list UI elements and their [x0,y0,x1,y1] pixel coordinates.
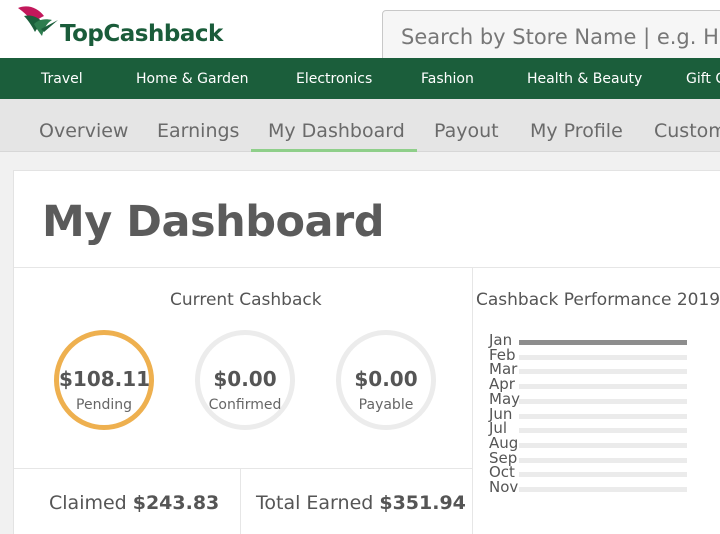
cashback-performance-chart: JanFebMarAprMayJunJulAugSepOctNovDec [476,322,720,511]
chart-bar-track [519,442,687,448]
active-tab-indicator [251,149,417,152]
nav-travel[interactable]: Travel [41,71,83,87]
chart-bar [519,340,687,345]
pending-cashback-circle: $108.11 Pending [54,330,154,430]
total-earned-label: Total Earned [256,492,374,514]
logo-text: TopCashback [60,21,223,47]
account-nav: Overview Earnings My Dashboard Payout My… [0,99,720,152]
pending-label: Pending [76,397,132,413]
search-placeholder: Search by Store Name | e.g. H [401,25,719,49]
divider [14,468,472,469]
chart-bar-track [519,398,687,404]
chart-bar-track [519,472,687,478]
total-earned-stat: Total Earned $351.94 [256,492,466,514]
nav-fashion[interactable]: Fashion [421,71,474,87]
chart-bar-track [519,487,687,492]
claimed-value: $243.83 [132,492,220,514]
nav-electronics[interactable]: Electronics [296,71,372,87]
payable-amount: $0.00 [354,367,418,391]
tab-custom[interactable]: Custom [654,120,720,142]
site-header: TopCashback Search by Store Name | e.g. … [0,0,720,62]
chart-clip [476,496,720,510]
divider [14,267,720,268]
confirmed-amount: $0.00 [213,367,277,391]
divider [472,267,473,534]
tab-payout[interactable]: Payout [434,120,499,142]
page-title: My Dashboard [42,197,385,247]
nav-home-garden[interactable]: Home & Garden [136,71,248,87]
confirmed-cashback-circle: $0.00 Confirmed [195,330,295,430]
total-earned-value: $351.94 [379,492,466,514]
tab-overview[interactable]: Overview [39,120,128,142]
chart-bar-track [519,428,687,434]
tab-my-profile[interactable]: My Profile [530,120,623,142]
topcashback-logo[interactable]: TopCashback [14,2,223,54]
payable-cashback-circle: $0.00 Payable [336,330,436,430]
pending-amount: $108.11 [59,367,151,391]
claimed-label: Claimed [49,492,127,514]
tab-earnings[interactable]: Earnings [157,120,239,142]
chart-title: Cashback Performance 2019 [476,290,720,310]
search-input[interactable]: Search by Store Name | e.g. H [382,10,720,62]
confirmed-label: Confirmed [208,397,282,413]
category-nav: Travel Home & Garden Electronics Fashion… [0,58,720,99]
chart-bar-track [519,457,687,463]
chart-bar-track [519,354,687,360]
nav-gift-cards[interactable]: Gift C [686,71,720,87]
chart-bar-track [519,369,687,375]
tab-my-dashboard[interactable]: My Dashboard [268,120,405,142]
payable-label: Payable [358,397,414,413]
nav-health-beauty[interactable]: Health & Beauty [527,71,642,87]
current-cashback-title: Current Cashback [170,290,322,310]
divider [240,468,241,534]
chart-bar-track [519,413,687,419]
claimed-stat: Claimed $243.83 [49,492,219,514]
chart-bar-track [519,384,687,390]
